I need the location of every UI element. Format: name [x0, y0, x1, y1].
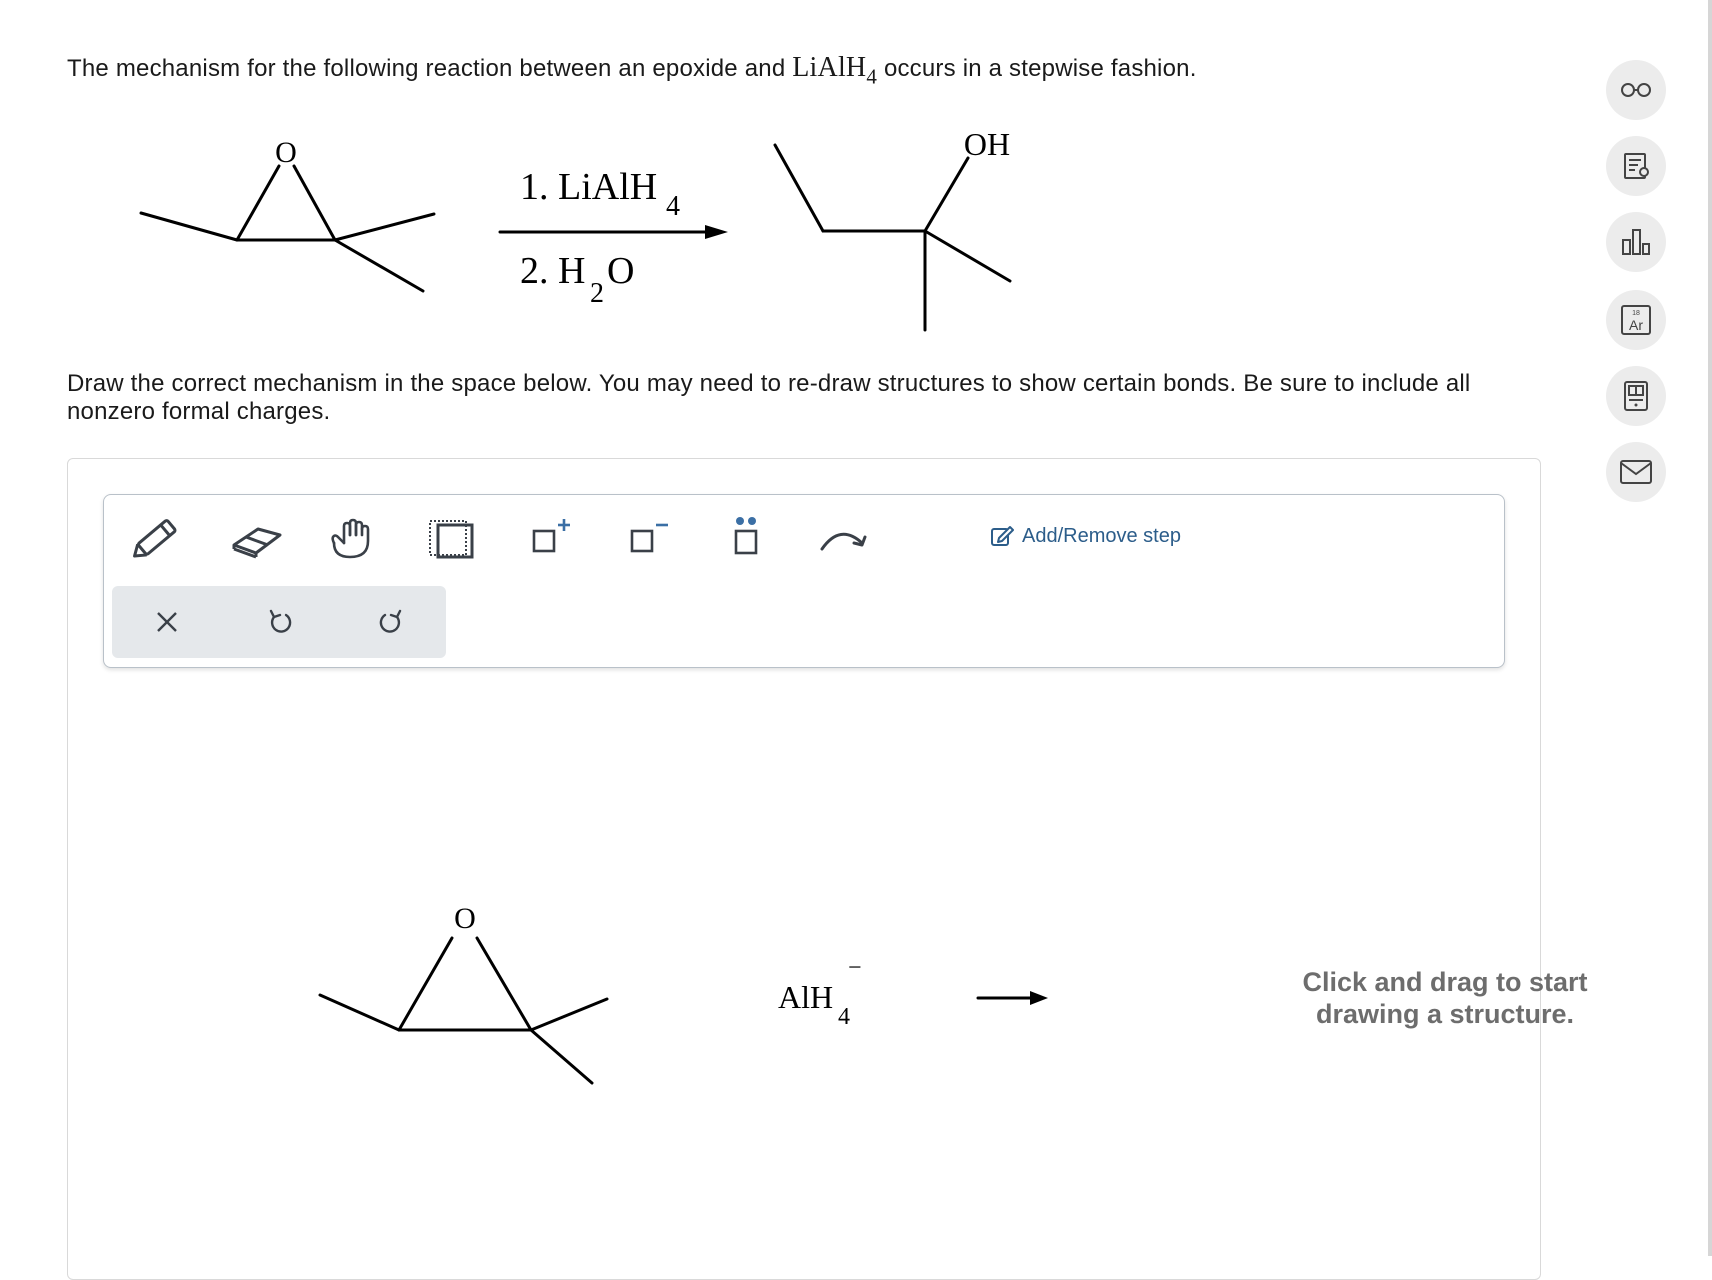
calculator-button[interactable] — [1606, 366, 1666, 426]
eraser-icon — [232, 527, 282, 559]
statistics-button[interactable] — [1606, 212, 1666, 272]
add-remove-step-button[interactable]: Add/Remove step — [990, 524, 1181, 548]
periodic-table-button[interactable]: 18 Ar — [1606, 290, 1666, 350]
negative-charge-icon — [630, 523, 668, 553]
step1-subscript: 4 — [666, 191, 680, 222]
reaction-scheme: O OH 1. LiAlH 4 2. H 2 O — [139, 126, 1012, 332]
hand-icon — [331, 518, 370, 559]
canvas-hint-line2: drawing a structure. — [1315, 999, 1575, 1029]
redo-button[interactable] — [363, 596, 419, 648]
product-bond — [923, 229, 1012, 283]
negative-charge-tool[interactable] — [616, 510, 680, 566]
product-hydroxyl: OH — [964, 126, 1010, 162]
svg-text:Ar: Ar — [1629, 317, 1643, 333]
positive-charge-tool[interactable] — [518, 510, 582, 566]
reactant-bond — [333, 212, 436, 242]
product-bond — [923, 156, 970, 233]
reaction-arrow-head — [705, 225, 728, 239]
pencil-tool[interactable] — [124, 510, 188, 566]
add-remove-step-label: Add/Remove step — [1022, 524, 1181, 547]
sidebar-divider — [1708, 0, 1712, 1256]
positive-charge-icon — [532, 519, 570, 553]
selection-tool[interactable] — [420, 510, 484, 566]
reactant-bond — [292, 164, 337, 242]
clear-button[interactable] — [139, 596, 195, 648]
step2-tail: O — [607, 250, 634, 292]
curved-arrow-icon — [820, 532, 867, 551]
undo-icon — [269, 609, 292, 633]
select-square-icon — [429, 520, 474, 559]
product-bond — [773, 143, 825, 233]
notes-button[interactable] — [1606, 136, 1666, 196]
notes-icon — [1624, 153, 1649, 179]
edit-icon — [991, 526, 1014, 546]
lone-pair-tool[interactable] — [714, 510, 778, 566]
step1-label: 1. LiAlH — [520, 166, 657, 208]
accessibility-button[interactable] — [1606, 60, 1666, 120]
redo-icon — [379, 609, 402, 633]
canvas-hint-line1: Click and drag to start — [1302, 967, 1588, 997]
glasses-icon — [1621, 83, 1651, 97]
curved-arrow-tool[interactable] — [812, 510, 876, 566]
eraser-tool[interactable] — [224, 510, 288, 566]
step2-subscript: 2 — [590, 278, 604, 309]
canvas-hint: Click and drag to start drawing a struct… — [1260, 966, 1630, 1030]
mail-icon — [1620, 460, 1652, 484]
bar-chart-icon — [1622, 229, 1650, 255]
reactant-bond — [333, 238, 425, 293]
instructions: Draw the correct mechanism in the space … — [67, 370, 1471, 425]
svg-text:18: 18 — [1632, 310, 1640, 317]
close-icon — [157, 612, 177, 632]
mail-button[interactable] — [1606, 442, 1666, 502]
reactant-bond — [235, 164, 281, 242]
undo-button[interactable] — [252, 596, 308, 648]
periodic-table-icon: 18 Ar — [1621, 305, 1651, 335]
pencil-icon — [133, 519, 177, 558]
step2-label: 2. H — [520, 250, 585, 292]
lone-pair-icon — [734, 517, 758, 555]
calculator-icon — [1624, 381, 1648, 411]
reactant-bond — [139, 211, 239, 242]
hand-tool[interactable] — [320, 510, 384, 566]
reactant-oxygen: O — [275, 136, 297, 169]
